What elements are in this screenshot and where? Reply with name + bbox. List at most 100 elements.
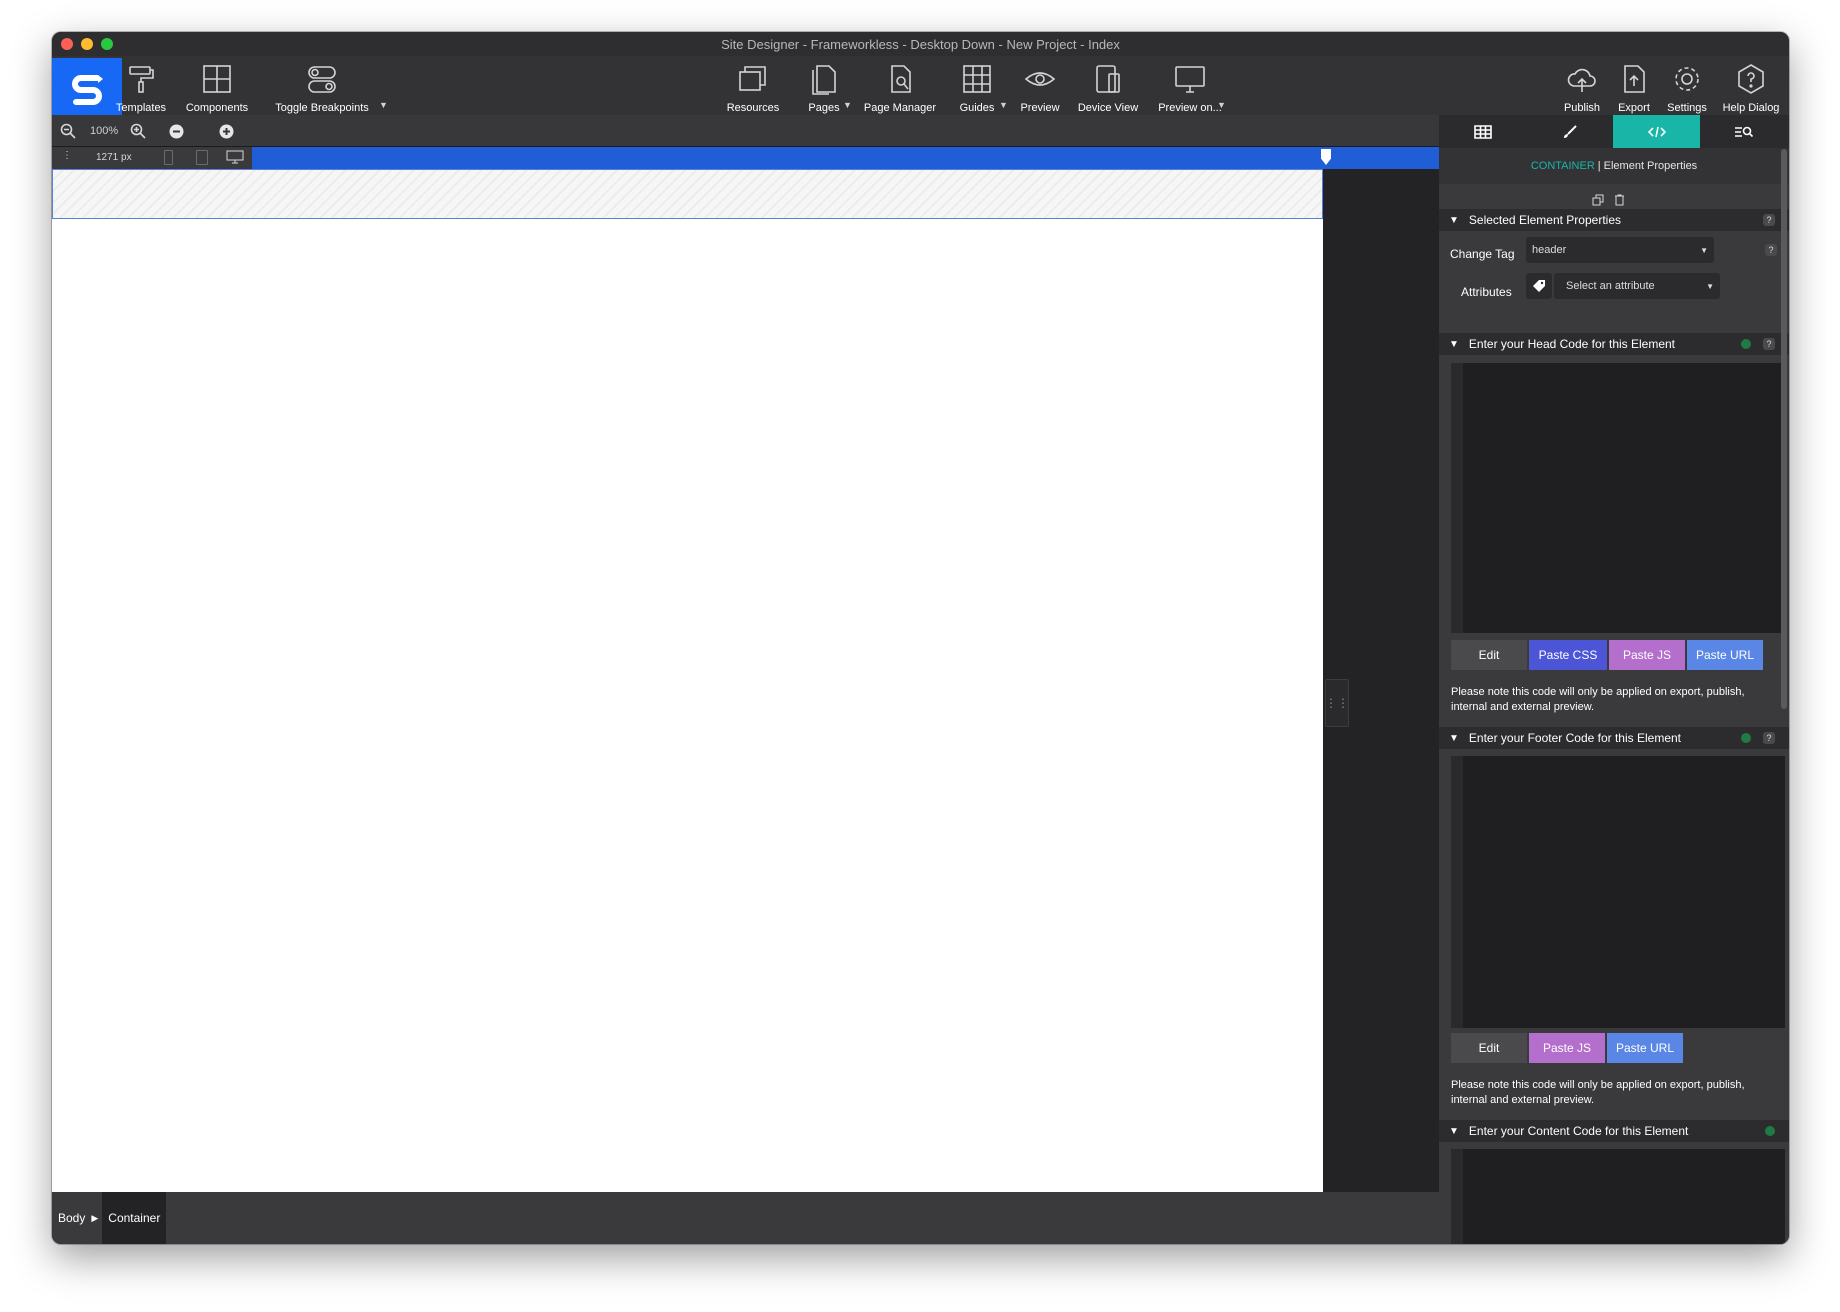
change-tag-select[interactable]: header ▼ (1526, 237, 1714, 263)
tag-icon[interactable] (1526, 273, 1552, 299)
chevron-right-icon: ▶ (91, 1212, 99, 1223)
duplicate-icon[interactable] (1592, 194, 1604, 209)
templates-button[interactable]: Templates (115, 62, 167, 114)
header-separator: | (1597, 160, 1601, 172)
head-code-editor[interactable] (1451, 363, 1785, 633)
list-search-icon (1734, 126, 1753, 137)
help-icon[interactable]: ? (1763, 214, 1775, 226)
settings-button[interactable]: Settings (1662, 62, 1712, 114)
breadcrumb-container[interactable]: Container (102, 1192, 167, 1244)
canvas-width[interactable]: 1271 px (96, 152, 132, 163)
page-manager-icon (891, 65, 911, 93)
publish-button[interactable]: Publish (1557, 62, 1607, 114)
tab-search[interactable] (1700, 115, 1787, 148)
minimize-window-button[interactable] (81, 38, 93, 50)
paste-css-button[interactable]: Paste CSS (1529, 640, 1607, 670)
zoom-in-icon[interactable] (128, 121, 148, 141)
chevron-down-icon: ▼ (1700, 245, 1708, 255)
page-manager-label: Page Manager (863, 102, 937, 114)
desktop-icon[interactable] (226, 150, 244, 167)
app-logo[interactable] (52, 58, 122, 120)
eye-icon (1024, 72, 1056, 86)
content-code-editor[interactable] (1451, 1149, 1785, 1244)
guides-label: Guides (959, 102, 995, 114)
components-icon (203, 65, 231, 93)
components-button[interactable]: Components (177, 62, 257, 114)
zoom-level[interactable]: 100% (90, 125, 118, 137)
visibility-icon[interactable] (1741, 339, 1751, 349)
breakpoint-ruler[interactable]: ⋮ 1271 px (52, 147, 1439, 169)
ruler-controls: ⋮ 1271 px (52, 147, 252, 169)
section-head-code[interactable]: ▼ Enter your Head Code for this Element … (1439, 333, 1789, 355)
pages-button[interactable]: Pages (804, 62, 844, 114)
toggle-breakpoints-button[interactable]: Toggle Breakpoints (272, 62, 372, 114)
help-icon[interactable]: ? (1763, 732, 1775, 744)
footer-paste-url-button[interactable]: Paste URL (1607, 1033, 1683, 1063)
section-title: Enter your Footer Code for this Element (1468, 731, 1682, 745)
head-edit-button[interactable]: Edit (1451, 640, 1527, 670)
minus-circle-icon[interactable] (166, 121, 186, 141)
vertical-dots-icon[interactable]: ⋮ (62, 150, 72, 161)
close-window-button[interactable] (61, 38, 73, 50)
attributes-label: Attributes (1461, 285, 1512, 299)
change-tag-value: header (1532, 244, 1567, 256)
preview-label: Preview (1020, 102, 1060, 114)
footer-edit-button[interactable]: Edit (1451, 1033, 1527, 1063)
page-canvas[interactable] (52, 169, 1323, 1224)
section-title: Selected Element Properties (1468, 213, 1621, 227)
preview-on-chevron-down-icon[interactable]: ▼ (1217, 100, 1226, 110)
zoom-window-button[interactable] (101, 38, 113, 50)
change-tag-help-icon[interactable]: ? (1765, 244, 1777, 256)
window-title: Site Designer - Frameworkless - Desktop … (721, 36, 1120, 52)
export-button[interactable]: Export (1612, 62, 1656, 114)
plus-circle-icon[interactable] (216, 121, 236, 141)
components-label: Components (185, 102, 249, 114)
canvas-area: ⋮⋮ (52, 169, 1439, 1224)
panel-header: CONTAINER | Element Properties (1439, 148, 1789, 184)
templates-label: Templates (115, 102, 167, 114)
brush-icon (1563, 124, 1577, 138)
help-dialog-label: Help Dialog (1722, 102, 1780, 114)
breadcrumb-body[interactable]: Body (52, 1192, 91, 1244)
device-view-button[interactable]: Device View (1073, 62, 1143, 114)
attribute-select[interactable]: Select an attribute ▼ (1554, 273, 1720, 299)
head-paste-url-button[interactable]: Paste URL (1687, 640, 1763, 670)
guides-chevron-down-icon[interactable]: ▼ (999, 100, 1008, 110)
visibility-icon[interactable] (1741, 733, 1751, 743)
section-footer-code[interactable]: ▼ Enter your Footer Code for this Elemen… (1439, 727, 1789, 749)
page-manager-button[interactable]: Page Manager (860, 62, 940, 114)
site-designer-logo-icon (72, 75, 103, 105)
drag-handle-icon[interactable]: ⋮⋮ (1325, 679, 1349, 727)
section-title: Enter your Content Code for this Element (1468, 1124, 1689, 1138)
footer-paste-js-button[interactable]: Paste JS (1529, 1033, 1605, 1063)
breakpoint-handle[interactable] (1321, 149, 1331, 165)
preview-button[interactable]: Preview (1015, 62, 1065, 114)
guides-button[interactable]: Guides (952, 62, 1002, 114)
trash-icon[interactable] (1614, 194, 1625, 209)
zoom-out-icon[interactable] (58, 121, 78, 141)
tab-style[interactable] (1526, 115, 1613, 148)
head-paste-js-button[interactable]: Paste JS (1609, 640, 1685, 670)
code-icon (1647, 126, 1666, 137)
head-code-buttons: Edit Paste CSS Paste JS Paste URL (1451, 640, 1763, 670)
chevron-down-icon[interactable]: ▼ (379, 100, 388, 110)
pages-chevron-down-icon[interactable]: ▼ (843, 100, 852, 110)
visibility-icon[interactable] (1765, 1126, 1775, 1136)
gear-icon (1675, 67, 1699, 91)
panel-scrollbar[interactable] (1781, 149, 1787, 709)
help-dialog-button[interactable]: Help Dialog (1720, 62, 1782, 114)
tab-code[interactable] (1613, 115, 1700, 148)
section-content-code[interactable]: ▼ Enter your Content Code for this Eleme… (1439, 1120, 1789, 1142)
resources-button[interactable]: Resources (722, 62, 784, 119)
selected-header-element[interactable] (52, 169, 1323, 219)
phone-icon[interactable] (164, 150, 173, 165)
collapse-triangle-icon: ▼ (1449, 1125, 1459, 1137)
help-icon[interactable]: ? (1763, 338, 1775, 350)
window-controls (61, 38, 113, 50)
footer-code-editor[interactable] (1451, 756, 1785, 1028)
app-window: Site Designer - Frameworkless - Desktop … (52, 32, 1789, 1244)
section-selected-properties[interactable]: ▼ Selected Element Properties ? (1439, 209, 1789, 231)
preview-on-label: Preview on... (1158, 102, 1222, 114)
tablet-icon[interactable] (196, 150, 208, 165)
tab-grid[interactable] (1439, 115, 1526, 148)
